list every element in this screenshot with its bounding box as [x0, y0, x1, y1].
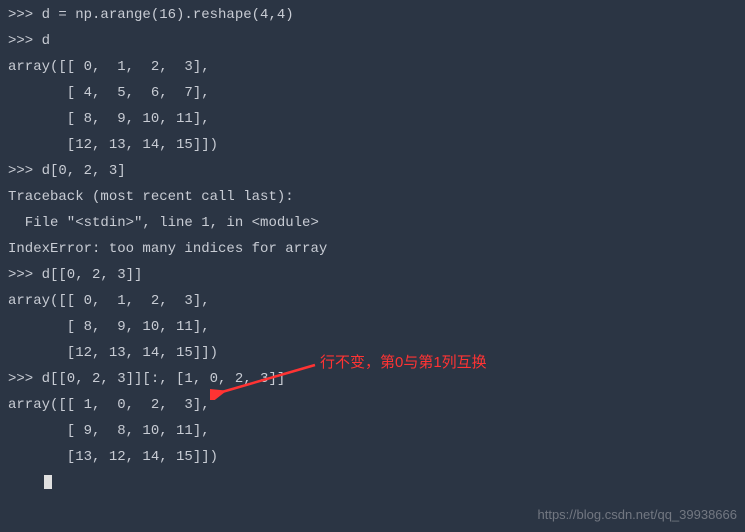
code-line: >>> d[[0, 2, 3]][:, [1, 0, 2, 3]]	[8, 366, 737, 392]
output-line: array([[ 0, 1, 2, 3],	[8, 54, 737, 80]
code-line: >>> d = np.arange(16).reshape(4,4)	[8, 2, 737, 28]
output-line: [ 8, 9, 10, 11],	[8, 106, 737, 132]
traceback-line: File "<stdin>", line 1, in <module>	[8, 210, 737, 236]
terminal-output: >>> d = np.arange(16).reshape(4,4) >>> d…	[0, 2, 745, 496]
output-line: [ 4, 5, 6, 7],	[8, 80, 737, 106]
output-line: [12, 13, 14, 15]])	[8, 340, 737, 366]
output-line: [ 9, 8, 10, 11],	[8, 418, 737, 444]
code-line: >>> d[0, 2, 3]	[8, 158, 737, 184]
output-line: [12, 13, 14, 15]])	[8, 132, 737, 158]
prompt-line[interactable]	[8, 470, 737, 496]
error-line: IndexError: too many indices for array	[8, 236, 737, 262]
cursor-icon	[44, 475, 52, 489]
code-line: >>> d	[8, 28, 737, 54]
output-line: [13, 12, 14, 15]])	[8, 444, 737, 470]
output-line: array([[ 0, 1, 2, 3],	[8, 288, 737, 314]
traceback-line: Traceback (most recent call last):	[8, 184, 737, 210]
watermark: https://blog.csdn.net/qq_39938666	[538, 502, 738, 528]
code-line: >>> d[[0, 2, 3]]	[8, 262, 737, 288]
output-line: [ 8, 9, 10, 11],	[8, 314, 737, 340]
output-line: array([[ 1, 0, 2, 3],	[8, 392, 737, 418]
